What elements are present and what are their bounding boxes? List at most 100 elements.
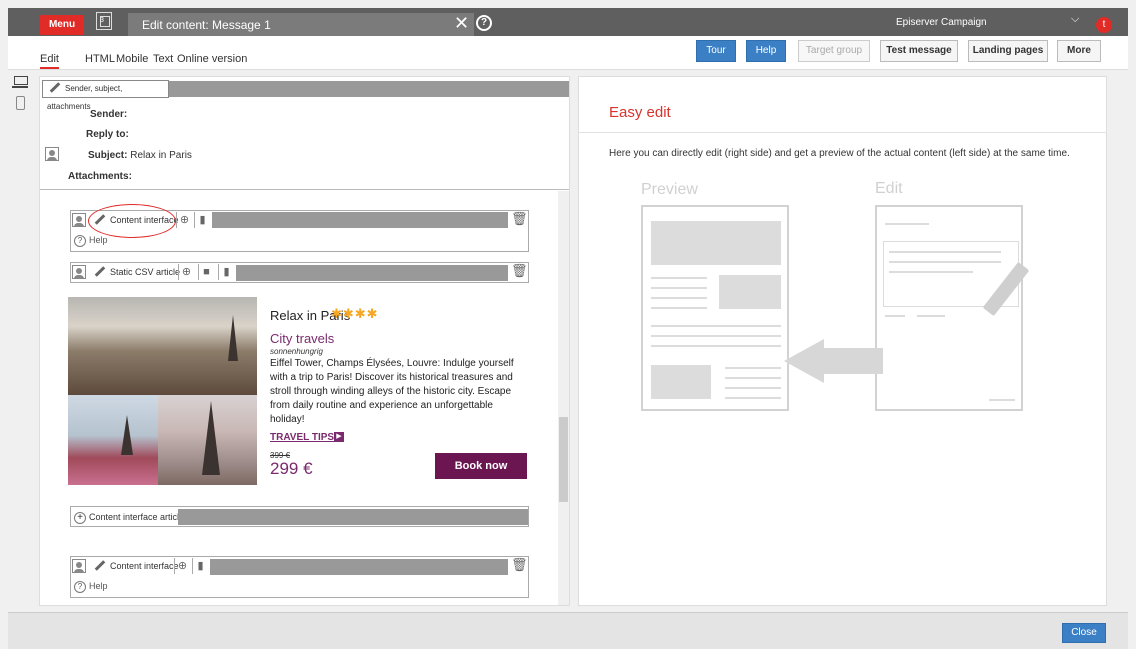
block-toolbar-bar [210, 559, 508, 575]
travel-tips-link[interactable]: TRAVEL TIPS [270, 432, 334, 443]
illustration-line [651, 307, 707, 309]
eiffel-tower-shape [202, 401, 220, 475]
illustration-line [917, 315, 945, 317]
desktop-icon[interactable] [12, 76, 28, 88]
attachments-label: Attachments: [68, 171, 132, 182]
illustration-line [889, 251, 1001, 253]
title-divider [579, 132, 1106, 133]
illustration-block [651, 221, 781, 265]
static-csv-button[interactable]: Static CSV article [92, 263, 180, 281]
header-toolbar-bar [169, 81, 569, 97]
reply-to-label: Reply to: [86, 129, 129, 140]
article-author: sonnenhungrig [270, 347, 323, 356]
sender-label: Sender: [90, 109, 128, 120]
target-group-button[interactable]: Target group [798, 40, 870, 62]
window-tab-title: Edit content: Message 1 [128, 13, 474, 37]
content-interface-button[interactable]: Content interface [92, 557, 179, 575]
add-article-button[interactable]: + Content interface article [74, 508, 184, 526]
illustration-line [989, 399, 1015, 401]
copy-icon[interactable]: ▮ [194, 212, 210, 228]
book-now-button[interactable]: Book now [435, 453, 527, 479]
tour-button[interactable]: Tour [696, 40, 736, 62]
price: 299 € [270, 459, 313, 478]
illustration-line [651, 325, 781, 327]
folder-icon[interactable]: ■ [198, 264, 214, 280]
tab-html[interactable]: HTML [85, 52, 115, 66]
app-window: Menu 3 Edit content: Message 1 ✕ ? Epise… [0, 0, 1136, 649]
easy-edit-title: Easy edit [609, 104, 671, 121]
rating-stars: ✱✱✱✱ [331, 306, 379, 321]
copy-icon[interactable]: ▮ [192, 558, 208, 574]
top-bar: Menu 3 Edit content: Message 1 ✕ ? Epise… [8, 8, 1128, 37]
illustration-line [651, 335, 781, 337]
question-icon: ? [74, 581, 86, 593]
block-toolbar-bar [212, 212, 508, 228]
help-button[interactable]: Help [746, 40, 786, 62]
editor-pane: Sender, subject, attachments Sender: Rep… [39, 76, 570, 606]
trash-icon[interactable]: 🗑 [511, 211, 528, 227]
illustration-line [885, 315, 905, 317]
illustration-block [651, 365, 711, 399]
highlight-ellipse [88, 204, 176, 238]
eiffel-flowers-image [68, 395, 158, 485]
user-avatar[interactable]: t [1096, 17, 1112, 33]
menu-button[interactable]: Menu [40, 15, 84, 35]
header-divider [40, 189, 569, 190]
trash-icon[interactable]: 🗑 [511, 263, 528, 279]
scrollbar[interactable] [558, 191, 569, 605]
user-icon[interactable] [72, 213, 86, 227]
article-body[interactable]: Eiffel Tower, Champs Élysées, Louvre: In… [270, 357, 530, 427]
app-name: Episerver Campaign [896, 17, 987, 28]
article-heading[interactable]: City travels [270, 331, 334, 346]
close-button[interactable]: Close [1062, 623, 1106, 643]
preview-illustration [641, 205, 789, 411]
close-tab-icon[interactable]: ✕ [454, 12, 469, 34]
pencil-icon [94, 560, 106, 571]
illustration-line [889, 261, 1001, 263]
open-windows-count: 3 [100, 17, 104, 24]
eiffel-tower-image [158, 395, 257, 485]
eiffel-tower-shape [228, 315, 238, 361]
help-icon[interactable]: ? [476, 15, 492, 31]
mobile-icon[interactable] [16, 96, 25, 110]
header-toolbar-button[interactable]: Sender, subject, attachments [42, 80, 169, 111]
illustration-line [725, 397, 781, 399]
illustration-block [719, 275, 781, 309]
illustration-line [651, 277, 707, 279]
copy-icon[interactable]: ▮ [218, 264, 234, 280]
user-icon[interactable] [72, 559, 86, 573]
pencil-icon [49, 82, 61, 94]
subject-value: Relax in Paris [130, 150, 192, 161]
user-icon[interactable] [72, 265, 86, 279]
arrow-shaft-illustration [823, 348, 883, 374]
help-link[interactable]: ? Help [74, 581, 108, 593]
tab-text[interactable]: Text [153, 52, 173, 66]
target-icon[interactable]: ⊕ [178, 264, 194, 280]
arrow-right-icon[interactable]: ▶ [334, 432, 344, 442]
user-icon [45, 147, 59, 161]
block-toolbar-bar [236, 265, 508, 281]
preview-label: Preview [641, 181, 698, 198]
chevron-down-icon[interactable]: ⌵ [1071, 13, 1079, 26]
test-message-button[interactable]: Test message [880, 40, 958, 62]
edit-label: Edit [875, 180, 903, 197]
trash-icon[interactable]: 🗑 [511, 557, 528, 573]
arrow-left-illustration [784, 339, 824, 383]
scrollbar-thumb[interactable] [559, 417, 568, 502]
open-windows-icon[interactable] [96, 12, 112, 30]
illustration-line [651, 345, 781, 347]
help-link[interactable]: ? Help [74, 235, 108, 247]
tab-online-version[interactable]: Online version [177, 52, 247, 66]
easy-edit-description: Here you can directly edit (right side) … [609, 148, 1070, 159]
tab-edit[interactable]: Edit [40, 52, 59, 69]
easy-edit-pane: Easy edit Here you can directly edit (ri… [578, 76, 1107, 606]
target-icon[interactable]: ⊕ [174, 558, 190, 574]
edit-illustration [875, 205, 1023, 411]
illustration-line [651, 297, 707, 299]
plus-icon: + [74, 512, 86, 524]
landing-pages-button[interactable]: Landing pages [968, 40, 1048, 62]
more-button[interactable]: More [1057, 40, 1101, 62]
illustration-line [725, 377, 781, 379]
tab-mobile[interactable]: Mobile [116, 52, 148, 66]
target-icon[interactable]: ⊕ [176, 212, 192, 228]
